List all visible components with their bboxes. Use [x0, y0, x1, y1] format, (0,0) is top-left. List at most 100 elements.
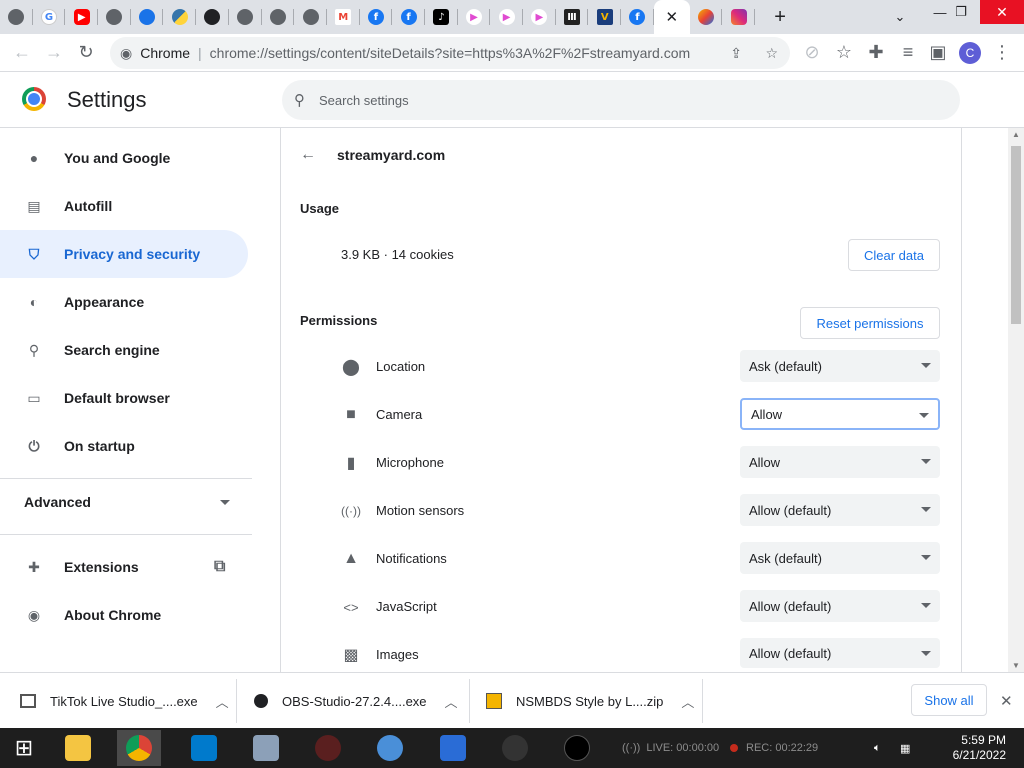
start-button[interactable]: ⊞ — [2, 730, 46, 766]
address-url[interactable]: chrome://settings/content/siteDetails?si… — [210, 45, 690, 61]
permission-images-select[interactable]: Allow (default) — [740, 638, 940, 668]
taskbar-app[interactable] — [244, 730, 288, 766]
caret-down-icon — [921, 555, 931, 560]
taskbar-explorer[interactable] — [56, 730, 100, 766]
side-panel-icon[interactable]: ▣ — [922, 37, 954, 69]
sidebar-item-privacy-and-security[interactable]: ⛉ Privacy and security — [0, 230, 248, 278]
star-extension-icon[interactable]: ☆ — [828, 37, 860, 69]
youtube-favicon-icon: ▶ — [73, 9, 90, 25]
play-favicon-icon: ▶ — [531, 9, 548, 25]
clear-data-button[interactable]: Clear data — [848, 239, 940, 271]
tab-globe-2[interactable] — [229, 0, 262, 34]
restore-icon[interactable]: ❐ — [953, 0, 969, 24]
back-button[interactable]: ← — [6, 37, 38, 69]
tab-facebook-2[interactable]: f — [392, 0, 425, 34]
person-icon: ● — [29, 150, 39, 166]
tab-globe-3[interactable] — [262, 0, 295, 34]
download-item[interactable]: OBS-Studio-27.2.4....exe ︿ — [254, 673, 458, 729]
taskbar-tiktok[interactable] — [555, 730, 599, 766]
sidebar-item-on-startup[interactable]: ⏻ On startup — [0, 422, 248, 470]
chevron-up-icon[interactable]: ︿ — [445, 692, 458, 711]
tab-google[interactable]: G — [33, 0, 66, 34]
permission-motion-sensors-select[interactable]: Allow (default) — [740, 494, 940, 526]
network-icon[interactable]: ▦ — [900, 728, 910, 768]
select-value: Allow (default) — [749, 645, 832, 661]
address-bar[interactable]: ◉ Chrome | chrome://settings/content/sit… — [110, 37, 790, 69]
tab-archive[interactable]: Ⅲ — [556, 0, 589, 34]
minimize-icon[interactable]: — — [932, 0, 948, 24]
tab-streamyard[interactable] — [690, 0, 723, 34]
back-arrow-icon[interactable]: ← — [300, 146, 316, 164]
sidebar-item-autofill[interactable]: ▤ Autofill — [0, 182, 248, 230]
tab-play-3[interactable]: ▶ — [523, 0, 556, 34]
media-controls-icon[interactable]: ≡ — [892, 37, 924, 69]
permission-motion-sensors-label: Motion sensors — [376, 503, 465, 518]
sidebar-item-appearance[interactable]: ◐ Appearance — [0, 278, 248, 326]
tab-play-2[interactable]: ▶ — [490, 0, 523, 34]
search-input[interactable]: Search settings — [319, 93, 409, 108]
permission-location-select[interactable]: Ask (default) — [740, 350, 940, 382]
tab-settings-active[interactable]: ✕ — [653, 0, 690, 34]
extension-icon[interactable]: ⊘ — [796, 37, 828, 69]
sidebar-item-default-browser[interactable]: ▭ Default browser — [0, 374, 248, 422]
scroll-down-icon[interactable]: ▼ — [1012, 661, 1020, 670]
permission-camera-select[interactable]: Allow — [740, 398, 940, 430]
search-icon: ⚲ — [294, 92, 305, 109]
search-settings[interactable]: ⚲ Search settings — [282, 80, 960, 120]
reload-button[interactable]: ↻ — [70, 37, 102, 69]
tab-gmail[interactable]: M — [327, 0, 360, 34]
tab-tiktok[interactable]: ♪ — [425, 0, 458, 34]
close-downloads-icon[interactable]: ✕ — [1000, 673, 1013, 729]
settings-header: Settings ⚲ Search settings — [0, 72, 1024, 128]
tab-obs[interactable] — [196, 0, 229, 34]
scroll-up-icon[interactable]: ▲ — [1012, 130, 1020, 139]
tab-chrome-2[interactable] — [294, 0, 327, 34]
tab-search-chevron-icon[interactable]: ⌄ — [888, 5, 912, 29]
reset-permissions-button[interactable]: Reset permissions — [800, 307, 940, 339]
taskbar-game[interactable] — [306, 730, 350, 766]
tab-play[interactable]: ▶ — [458, 0, 491, 34]
taskbar-tl[interactable] — [368, 730, 412, 766]
profile-avatar[interactable]: C — [954, 37, 986, 69]
tab-facebook[interactable]: f — [360, 0, 393, 34]
menu-kebab-icon[interactable]: ⋮ — [986, 37, 1018, 69]
taskbar-clock[interactable]: 5:59 PM 6/21/2022 — [953, 733, 1006, 763]
close-tab-icon[interactable]: ✕ — [665, 8, 678, 26]
taskbar-obs[interactable] — [493, 730, 537, 766]
puzzle-icon[interactable]: ✚ — [860, 37, 892, 69]
tiktok-favicon-icon: ♪ — [433, 9, 450, 25]
sidebar-advanced-toggle[interactable]: Advanced — [0, 478, 248, 526]
show-all-button[interactable]: Show all — [911, 684, 987, 716]
sidebar-item-search-engine[interactable]: ⚲ Search engine — [0, 326, 248, 374]
forward-button[interactable]: → — [38, 37, 70, 69]
scrollbar-thumb[interactable] — [1011, 146, 1021, 324]
permission-microphone-select[interactable]: Allow — [740, 446, 940, 478]
window-close-icon[interactable]: ✕ — [980, 0, 1024, 24]
download-item[interactable]: TikTok Live Studio_....exe ︿ — [20, 673, 229, 729]
tab-python[interactable] — [163, 0, 196, 34]
sidebar-item-extensions[interactable]: ✚ Extensions ⧉ — [0, 543, 248, 591]
tab-v[interactable]: V — [588, 0, 621, 34]
volume-muted-icon[interactable]: 🔈︎ — [874, 728, 881, 768]
google-favicon-icon: G — [41, 9, 58, 25]
tab-globe[interactable] — [98, 0, 131, 34]
taskbar-sun-app[interactable] — [431, 730, 475, 766]
tab-chrome[interactable] — [0, 0, 33, 34]
tab-facebook-3[interactable]: f — [621, 0, 654, 34]
page-scrollbar[interactable]: ▲ ▼ — [1008, 128, 1024, 672]
share-icon[interactable]: ⇪ — [730, 45, 742, 62]
tab-youtube[interactable]: ▶ — [65, 0, 98, 34]
new-tab-button[interactable]: + — [763, 0, 797, 34]
sidebar-item-about-chrome[interactable]: ◉ About Chrome — [0, 591, 248, 639]
taskbar-vscode[interactable] — [182, 730, 226, 766]
permission-javascript-select[interactable]: Allow (default) — [740, 590, 940, 622]
download-item[interactable]: NSMBDS Style by L....zip ︿ — [486, 673, 694, 729]
chevron-up-icon[interactable]: ︿ — [216, 692, 229, 711]
tab-instagram[interactable] — [722, 0, 755, 34]
sidebar-item-you-and-google[interactable]: ● You and Google — [0, 134, 248, 182]
chevron-up-icon[interactable]: ︿ — [681, 692, 694, 711]
permission-notifications-select[interactable]: Ask (default) — [740, 542, 940, 574]
taskbar-chrome[interactable] — [117, 730, 161, 766]
bookmark-star-icon[interactable]: ☆ — [765, 45, 778, 62]
tab-edge-like[interactable] — [131, 0, 164, 34]
